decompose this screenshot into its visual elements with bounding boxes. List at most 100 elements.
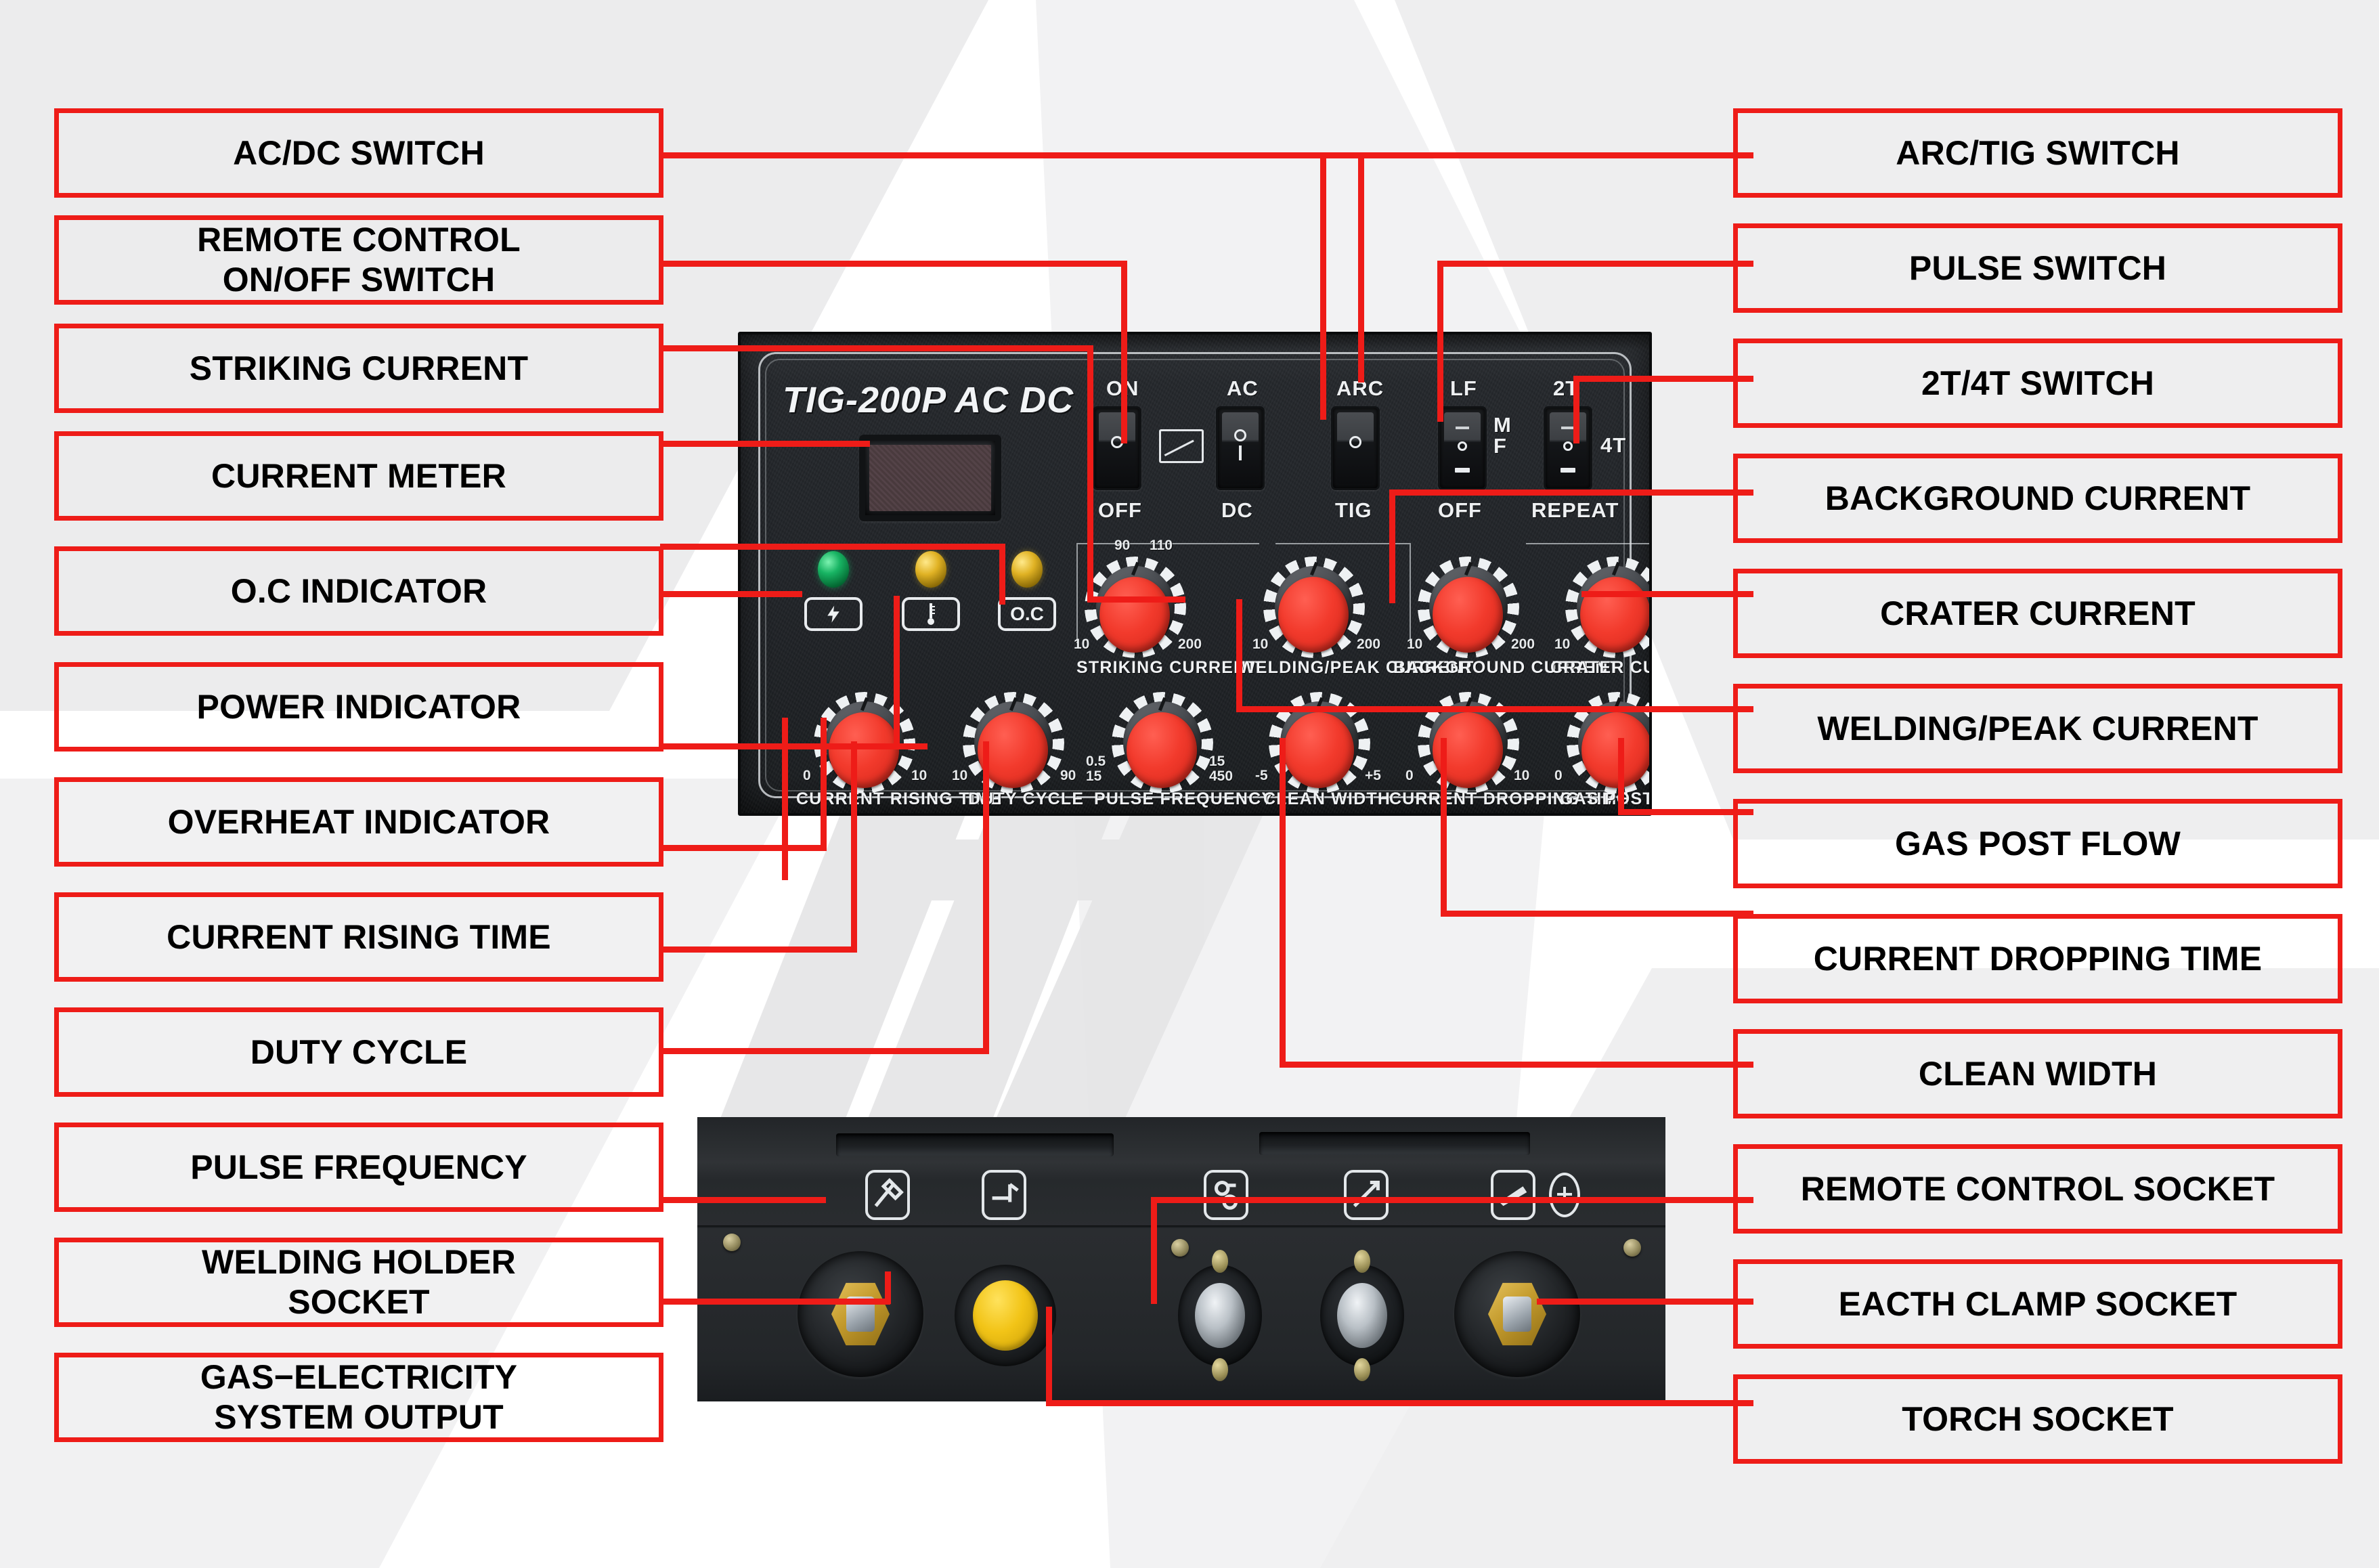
t2-t4-switch[interactable] [1544,406,1592,490]
callout-text: PULSE SWITCH [1908,248,2167,287]
connector-striking-h2 [1087,596,1185,603]
connector-rising-time-v1 [821,718,827,851]
tick-welding-200: 200 [1357,636,1381,652]
callout-gas-electricity-output[interactable]: GAS−ELECTRICITY SYSTEM OUTPUT [54,1353,663,1442]
connector-rising-time-h1 [660,845,826,851]
pulse-switch[interactable] [1438,406,1487,490]
knob-label-pulse-frequency: PULSE FREQUENCY [1094,789,1274,808]
ac-dc-switch-top-label: AC [1227,376,1259,400]
gas-electricity-symbol-icon [982,1170,1026,1220]
tick-duty-max: 90 [1060,768,1076,783]
connector-2t4t-v1 [1573,376,1579,443]
connector-clean-width-h1 [1280,1062,1753,1068]
vent-slot-right [1259,1132,1530,1155]
t2-t4-switch-bottom-label: REPEAT [1531,498,1619,522]
tick-background-10: 10 [1407,636,1423,652]
knob-background-current[interactable] [1418,557,1519,658]
callout-eacth-clamp-socket[interactable]: EACTH CLAMP SOCKET [1733,1259,2342,1349]
callout-duty-cycle[interactable]: DUTY CYCLE [54,1007,663,1097]
eacth-clamp-socket[interactable] [1454,1251,1580,1377]
callout-ac-dc-switch[interactable]: AC/DC SWITCH [54,108,663,198]
callout-background-current[interactable]: BACKGROUND CURRENT [1733,454,2342,543]
thermometer-icon [902,597,960,631]
callout-remote-control-switch[interactable]: REMOTE CONTROL ON/OFF SWITCH [54,215,663,305]
connector-ac-dc-switch-h1 [660,152,1364,158]
callout-current-meter[interactable]: CURRENT METER [54,431,663,521]
callout-striking-current[interactable]: STRIKING CURRENT [54,324,663,413]
knob-welding-peak-current[interactable] [1263,557,1365,658]
callout-text: POWER INDICATOR [196,687,521,726]
connector-pulse-freq-h1 [660,1048,988,1054]
connector-background-v1 [1389,489,1395,603]
panel-screw-right [1623,1239,1641,1257]
callout-oc-indicator[interactable]: O.C INDICATOR [54,546,663,636]
panel-divider [697,1225,1665,1229]
arc-tig-switch[interactable] [1331,406,1380,490]
panel-screw-left [723,1234,741,1251]
connector-dropping-h1 [1441,911,1753,917]
ac-dc-switch-bottom-label: DC [1221,498,1253,522]
tick-duty-min: 10 [952,768,968,783]
knob-current-rising-time[interactable] [814,692,915,793]
callout-text: CURRENT RISING TIME [167,917,551,956]
callout-welding-holder-socket[interactable]: WELDING HOLDER SOCKET [54,1238,663,1327]
callout-text: TORCH SOCKET [1902,1399,2174,1438]
callout-current-dropping-time[interactable]: CURRENT DROPPING TIME [1733,914,2342,1003]
gas-electricity-output-socket[interactable] [955,1265,1056,1366]
callout-remote-control-socket[interactable]: REMOTE CONTROL SOCKET [1733,1144,2342,1234]
knob-crater-current[interactable] [1565,557,1649,658]
connector-striking-v1 [1087,345,1093,603]
callout-overheat-indicator[interactable]: OVERHEAT INDICATOR [54,777,663,867]
callout-arc-tig-switch[interactable]: ARC/TIG SWITCH [1733,108,2342,198]
pulse-switch-bottom-label: OFF [1438,498,1482,522]
callout-power-indicator[interactable]: POWER INDICATOR [54,662,663,752]
connector-clean-width-v1 [1280,738,1286,1066]
ac-dc-switch[interactable] [1216,406,1265,490]
callout-text: WELDING HOLDER SOCKET [202,1243,516,1321]
current-meter [859,435,1001,521]
connector-oc-h1 [660,544,1002,550]
callout-current-rising-time[interactable]: CURRENT RISING TIME [54,892,663,982]
tick-pulse-min: 0.5 15 [1086,754,1106,785]
pulse-switch-top-label: LF [1450,376,1477,400]
connector-pulse-freq-v1 [983,741,989,1054]
callout-gas-post-flow[interactable]: GAS POST FLOW [1733,799,2342,888]
callout-torch-socket[interactable]: TORCH SOCKET [1733,1374,2342,1464]
tick-pulse-max: 15 450 [1209,754,1234,785]
welding-holder-socket[interactable] [798,1251,923,1377]
callout-text: EACTH CLAMP SOCKET [1838,1284,2238,1323]
callout-text: CURRENT DROPPING TIME [1813,939,2263,978]
tick-dropping-max: 10 [1514,768,1530,783]
connector-welding-peak-v1 [1236,599,1242,710]
callout-crater-current[interactable]: CRATER CURRENT [1733,569,2342,658]
rear-socket-panel [697,1117,1665,1401]
callout-2t-4t-switch[interactable]: 2T/4T SWITCH [1733,339,2342,428]
power-switch[interactable] [1093,406,1141,490]
connector-arc-tig-h1 [1320,152,1753,158]
callout-pulse-switch[interactable]: PULSE SWITCH [1733,223,2342,313]
connector-power-ind-h1 [660,591,802,597]
callout-pulse-frequency[interactable]: PULSE FREQUENCY [54,1123,663,1212]
connector-striking-h1 [660,345,1093,351]
connector-background-h1 [1389,489,1753,496]
torch-socket[interactable] [1178,1250,1262,1381]
t2-t4-switch-side-label: 4T [1600,433,1627,457]
connector-remote-sw-v1 [1121,261,1127,443]
vent-slot-left [836,1133,1114,1156]
callout-text: REMOTE CONTROL SOCKET [1800,1169,2275,1208]
connector-pulse-sw-v1 [1437,261,1443,422]
knob-pulse-frequency[interactable] [1112,692,1213,793]
knob-striking-current[interactable] [1085,557,1186,658]
remote-control-socket[interactable] [1320,1250,1404,1381]
callout-text: WELDING/PEAK CURRENT [1817,709,2258,747]
callout-welding-peak-current[interactable]: WELDING/PEAK CURRENT [1733,684,2342,773]
callout-clean-width[interactable]: CLEAN WIDTH [1733,1029,2342,1118]
knob-duty-cycle[interactable] [963,692,1064,793]
connector-pulse-sw-h1 [1437,261,1753,267]
connector-torch-sock-v1 [1046,1307,1052,1405]
power-indicator-icon [804,597,863,631]
tick-striking-110: 110 [1150,538,1173,553]
knob-label-striking-current: STRIKING CURRENT [1076,658,1258,677]
power-switch-bottom-label: OFF [1098,498,1142,522]
connector-clamp-sock-h1 [1537,1299,1753,1305]
